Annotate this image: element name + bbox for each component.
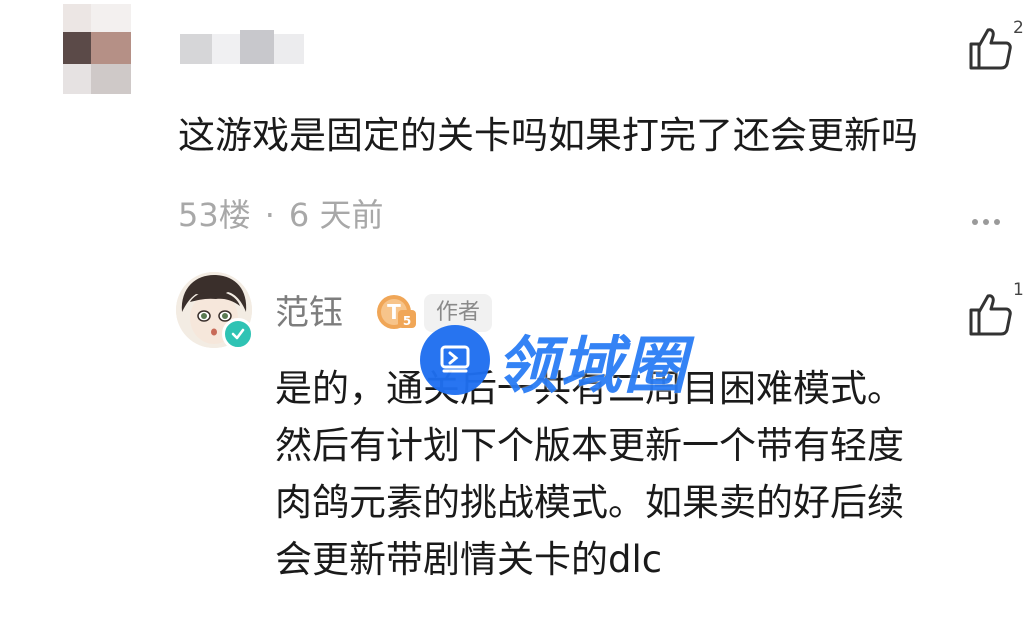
level-badge-text: T	[387, 300, 401, 324]
meta-separator: ·	[264, 196, 275, 234]
thumbs-up-icon	[969, 28, 1012, 70]
reply-line: 然后有计划下个版本更新一个带有轻度	[275, 424, 904, 467]
comment-text: 这游戏是固定的关卡吗如果打完了还会更新吗	[178, 114, 918, 157]
level-badge-number: 5	[403, 314, 411, 328]
like-button[interactable]	[966, 290, 1014, 338]
author-name[interactable]: 范钰	[275, 290, 343, 336]
commenter-name-pixelated[interactable]	[180, 30, 310, 74]
like-count: 1	[1013, 280, 1023, 300]
verified-check-icon	[222, 318, 254, 350]
comment-meta: 53楼 · 6 天前	[178, 193, 383, 237]
level-badge: T 5	[374, 292, 418, 332]
reply-line: 会更新带剧情关卡的dlc	[275, 538, 663, 581]
watermark-text: 领域圈	[496, 329, 689, 402]
commenter-avatar-pixelated[interactable]	[55, 4, 131, 94]
like-button[interactable]	[966, 24, 1014, 72]
like-count: 2	[1013, 18, 1023, 38]
reply-line: 肉鸽元素的挑战模式。如果卖的好后续	[275, 481, 904, 524]
level-badge-icon: T 5	[377, 295, 416, 329]
watermark-logo-icon	[420, 325, 490, 395]
comment-time: 6 天前	[288, 196, 384, 234]
more-dots-icon	[972, 219, 978, 225]
more-dot	[983, 219, 989, 225]
more-button[interactable]	[972, 210, 1012, 225]
more-dot	[994, 219, 1000, 225]
thumbs-up-icon	[969, 294, 1012, 336]
floor-number: 53楼	[178, 196, 251, 234]
